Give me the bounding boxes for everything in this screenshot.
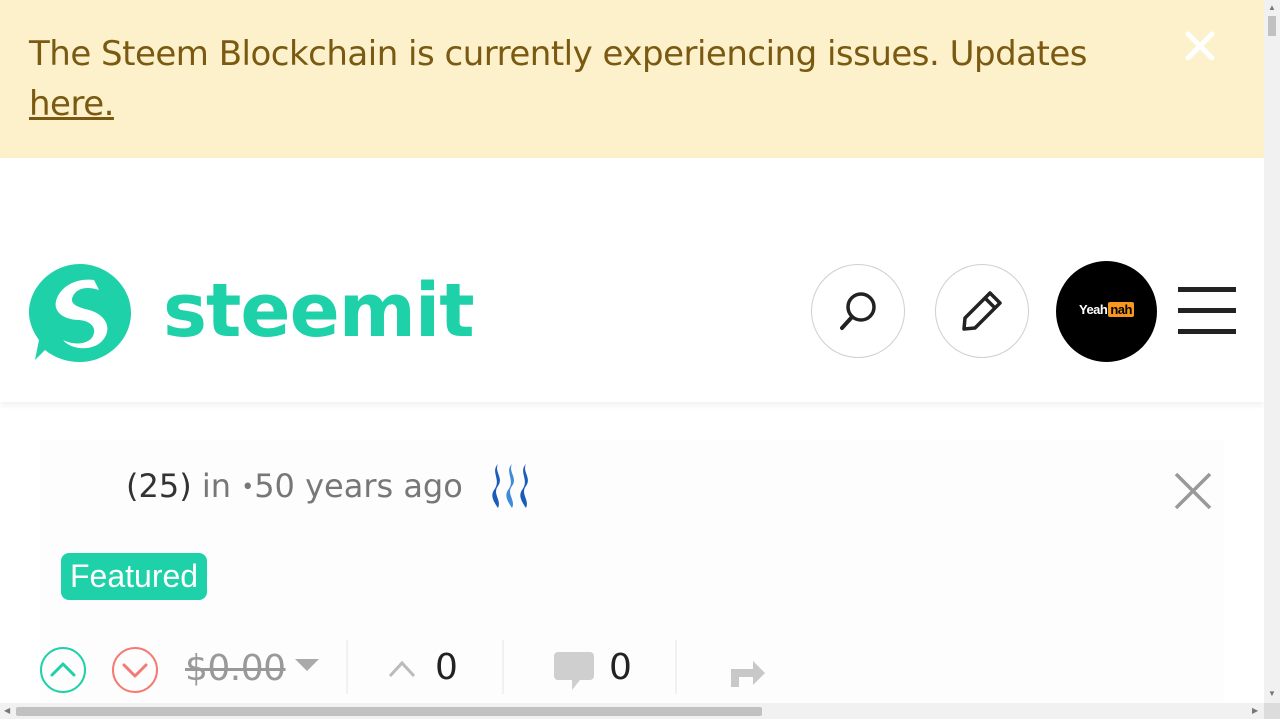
comment-icon[interactable] <box>552 648 596 692</box>
close-icon[interactable] <box>1180 26 1220 66</box>
chevron-down-icon <box>112 647 158 693</box>
scroll-right-arrow-icon[interactable]: ▶ <box>1252 707 1258 715</box>
banner-updates-link[interactable]: here. <box>29 84 114 124</box>
payout-dropdown-icon[interactable] <box>294 657 320 673</box>
steemit-wordmark[interactable]: steemit <box>163 267 475 355</box>
reblog-icon[interactable] <box>727 655 767 689</box>
avatar-label: Yeah nah <box>1079 302 1134 317</box>
user-avatar[interactable]: Yeah nah <box>1056 261 1157 362</box>
steemit-logo-icon[interactable] <box>27 260 133 366</box>
post-meta: (25) in •50 years ago <box>126 464 463 510</box>
vertical-scrollbar[interactable]: ▲ ▼ <box>1264 0 1280 703</box>
votes-caret-icon[interactable] <box>387 657 417 679</box>
banner-message-text: The Steem Blockchain is currently experi… <box>29 34 1087 74</box>
pencil-icon <box>962 291 1002 331</box>
compose-button[interactable] <box>935 264 1029 358</box>
vertical-scroll-thumb[interactable] <box>1268 16 1276 36</box>
scrollbar-corner <box>1264 703 1280 719</box>
post-payout[interactable]: $0.00 <box>185 647 286 691</box>
votes-count[interactable]: 0 <box>435 646 458 690</box>
featured-badge: Featured <box>61 553 208 600</box>
scroll-down-arrow-icon[interactable]: ▼ <box>1268 690 1276 698</box>
chevron-up-icon <box>40 647 86 693</box>
steem-power-icon <box>489 462 535 510</box>
horizontal-scrollbar[interactable]: ◀ ▶ <box>0 703 1264 719</box>
action-divider <box>502 640 504 694</box>
upvote-button[interactable] <box>39 646 87 694</box>
scroll-left-arrow-icon[interactable]: ◀ <box>4 707 10 715</box>
category-prefix: in <box>201 467 232 505</box>
post-age[interactable]: 50 years ago <box>254 467 463 505</box>
banner-message: The Steem Blockchain is currently experi… <box>29 29 1149 129</box>
action-divider <box>346 640 348 694</box>
comments-count[interactable]: 0 <box>609 646 632 690</box>
search-button[interactable] <box>811 264 905 358</box>
downvote-button[interactable] <box>111 646 159 694</box>
author-reputation: (25) <box>126 467 192 505</box>
search-icon <box>840 292 876 330</box>
dismiss-post-icon[interactable] <box>1172 470 1214 512</box>
meta-separator: • <box>241 475 255 500</box>
horizontal-scroll-thumb[interactable] <box>16 707 762 716</box>
scroll-up-arrow-icon[interactable]: ▲ <box>1268 4 1276 12</box>
notification-banner: The Steem Blockchain is currently experi… <box>0 0 1264 158</box>
hamburger-menu-icon[interactable] <box>1178 287 1236 335</box>
action-divider <box>675 640 677 694</box>
